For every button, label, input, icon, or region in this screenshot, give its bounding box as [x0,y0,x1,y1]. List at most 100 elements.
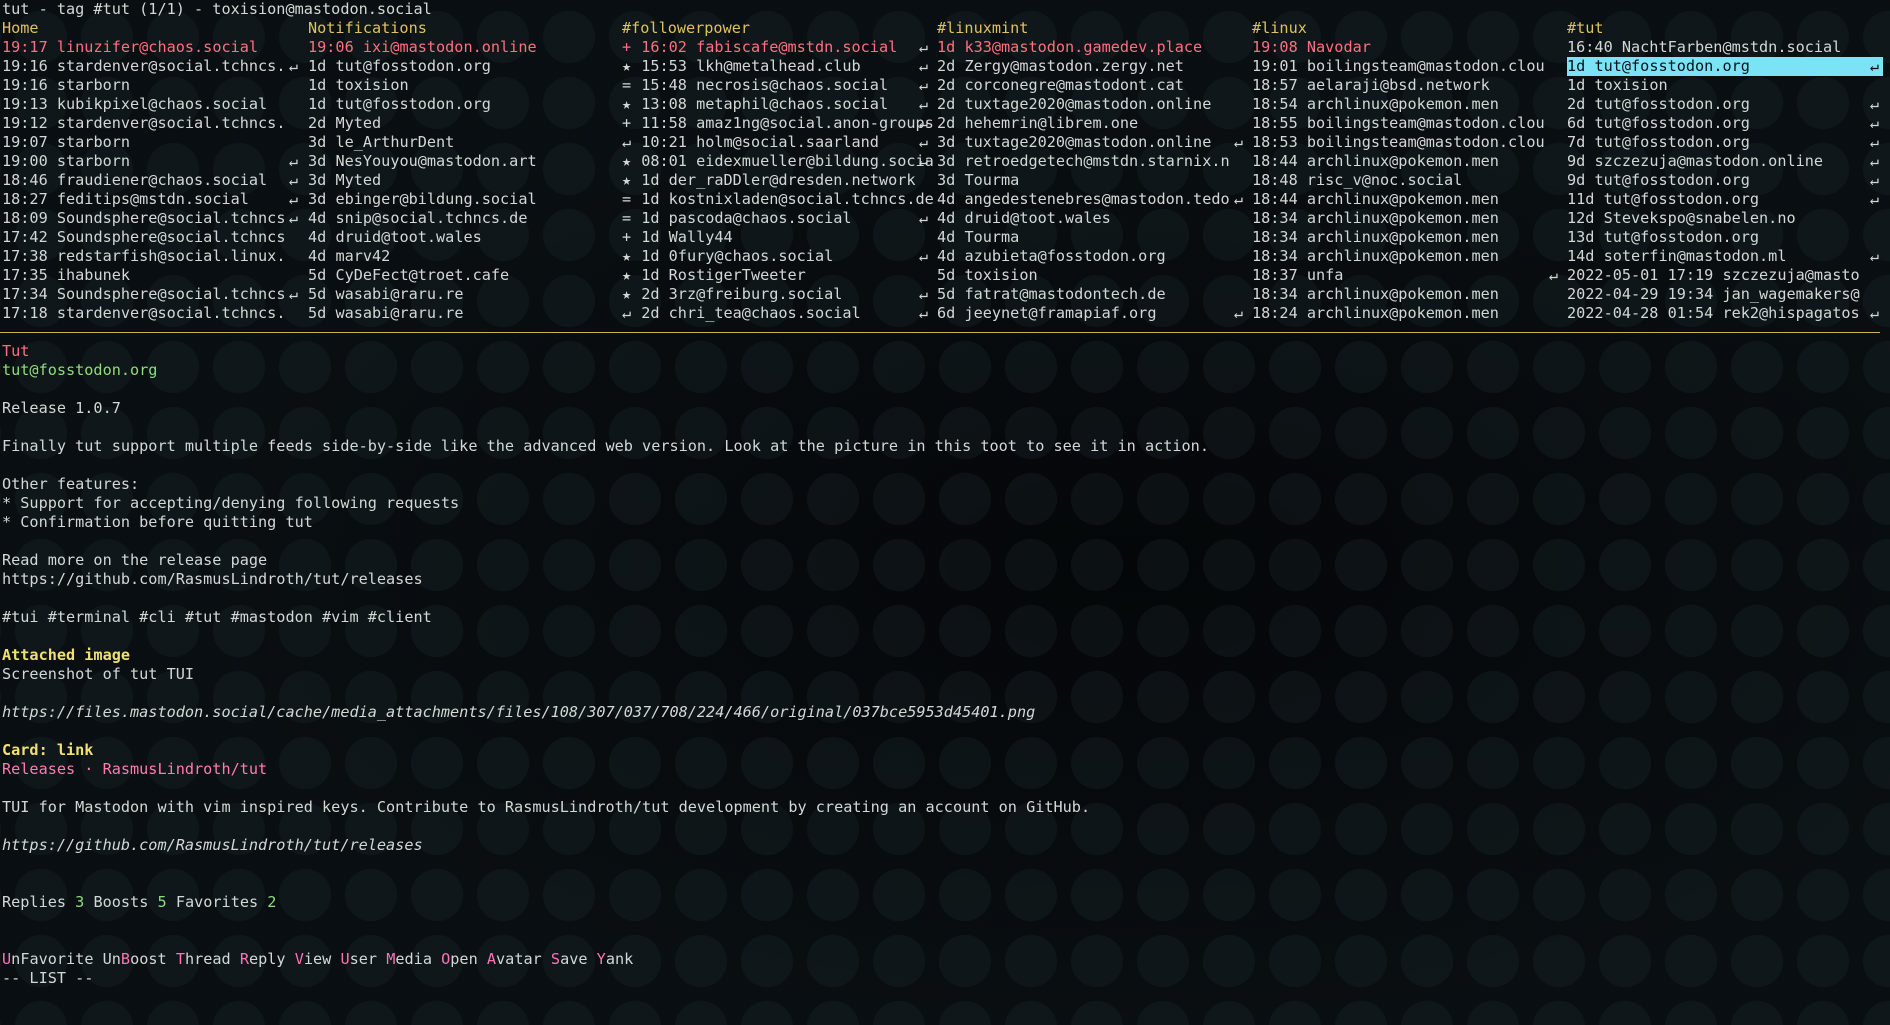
action-u-0[interactable]: UnFavorite [2,950,93,968]
action-s-9[interactable]: Save [551,950,588,968]
action-v-4[interactable]: View [295,950,332,968]
feed-item[interactable]: = 1d kostnixladen@social.tchncs.de [622,190,934,209]
feed-column-title[interactable]: #tut [1567,19,1883,38]
action-m-6[interactable]: Media [386,950,432,968]
feed-item[interactable]: 9d szczezuja@mastodon.online ↵ [1567,152,1883,171]
feed-column-5[interactable]: #linux 19:08 Navodar 19:01 boilingsteam@ma… [1252,19,1562,323]
feed-item[interactable]: ↵ 10:21 holm@social.saarland ↵ [622,133,932,152]
feed-item[interactable]: 1d toxision [308,76,618,95]
feed-item[interactable]: 3d Tourma [937,171,1247,190]
feed-item[interactable]: 2022-05-01 17:19 szczezuja@masto [1567,266,1883,285]
feed-item[interactable]: 1d tut@fosstodon.org ↵ [1567,57,1883,76]
feed-item[interactable]: ★ 08:01 eidexmueller@bildung.socia ↵ [622,152,934,171]
feed-column-title[interactable]: Notifications [308,19,618,38]
feed-item[interactable]: 5d fatrat@mastodontech.de [937,285,1247,304]
feed-item[interactable]: 18:54 archlinux@pokemon.men [1252,95,1562,114]
feed-item[interactable]: 2d tuxtage2020@mastodon.online [937,95,1247,114]
feed-item[interactable]: 19:08 Navodar [1252,38,1562,57]
attachment-url[interactable]: https://files.mastodon.social/cache/medi… [2,703,1035,722]
feed-item[interactable]: 3d NesYouyou@mastodon.art [308,152,618,171]
feed-item[interactable]: 18:44 archlinux@pokemon.men [1252,152,1562,171]
feed-item[interactable]: 18:53 boilingsteam@mastodon.clou [1252,133,1562,152]
action-r-3[interactable]: Reply [240,950,286,968]
feed-item[interactable]: 9d tut@fosstodon.org ↵ [1567,171,1883,190]
feed-item[interactable]: 18:57 aelaraji@bsd.network [1252,76,1562,95]
feed-item[interactable]: 19:01 boilingsteam@mastodon.clou [1252,57,1562,76]
feed-item[interactable]: 4d druid@toot.wales [308,228,618,247]
feed-item[interactable]: 19:17 linuzifer@chaos.social [2,38,302,57]
feed-item[interactable]: ★ 1d der_raDDler@dresden.network [622,171,932,190]
action-o-7[interactable]: Open [441,950,478,968]
action-t-2[interactable]: Thread [176,950,231,968]
feed-item[interactable]: = 15:48 necrosis@chaos.social ↵ [622,76,932,95]
feed-item[interactable]: 18:24 archlinux@pokemon.men [1252,304,1562,323]
toot-account[interactable]: tut@fosstodon.org [2,361,157,380]
feed-item[interactable]: + 16:02 fabiscafe@mstdn.social ↵ [622,38,932,57]
action-u-5[interactable]: User [340,950,377,968]
feed-item[interactable]: 1d tut@fosstodon.org [308,95,618,114]
feed-item[interactable]: = 1d pascoda@chaos.social ↵ [622,209,932,228]
feed-column-title[interactable]: Home [2,19,302,38]
feed-column-1[interactable]: Home 19:17 linuzifer@chaos.social 19:16 st… [2,19,302,323]
feed-item[interactable]: 18:46 fraudiener@chaos.social ↵ [2,171,302,190]
feed-item[interactable]: 18:55 boilingsteam@mastodon.clou [1252,114,1562,133]
feed-item[interactable]: 2d Zergy@mastodon.zergy.net [937,57,1247,76]
feed-item[interactable]: 4d angedestenebres@mastodon.tedo ↵ [937,190,1247,209]
toot-display-name[interactable]: Tut [2,342,29,361]
feed-item[interactable]: 3d ebinger@bildung.social [308,190,618,209]
feed-item[interactable]: 18:48 risc_v@noc.social [1252,171,1562,190]
feed-item[interactable]: 11d tut@fosstodon.org ↵ [1567,190,1883,209]
feed-item[interactable]: 12d Stevekspo@snabelen.no [1567,209,1883,228]
feed-item[interactable]: 19:13 kubikpixel@chaos.social [2,95,302,114]
feed-item[interactable]: 5d wasabi@raru.re [308,304,618,323]
feed-item[interactable]: 4d marv42 [308,247,618,266]
action-y-10[interactable]: Yank [597,950,634,968]
feed-item[interactable]: 7d tut@fosstodon.org ↵ [1567,133,1883,152]
feed-item[interactable]: 18:09 Soundsphere@social.tchncs ↵ [2,209,302,228]
feed-item[interactable]: 19:00 starborn ↵ [2,152,302,171]
feed-item[interactable]: 14d soterfin@mastodon.ml ↵ [1567,247,1883,266]
feed-item[interactable]: 4d azubieta@fosstodon.org [937,247,1247,266]
feed-item[interactable]: 18:27 feditips@mstdn.social ↵ [2,190,302,209]
feed-item[interactable]: 5d CyDeFect@troet.cafe [308,266,618,285]
feed-item[interactable]: 17:34 Soundsphere@social.tchncs ↵ [2,285,302,304]
feed-item[interactable]: ★ 2d 3rz@freiburg.social ↵ [622,285,932,304]
feed-item[interactable]: 3d Myted [308,171,618,190]
feed-item[interactable]: 4d druid@toot.wales [937,209,1247,228]
feed-item[interactable]: 19:06 ixi@mastodon.online [308,38,618,57]
feed-item[interactable]: 16:40 NachtFarben@mstdn.social [1567,38,1883,57]
feed-item[interactable]: + 1d Wally44 [622,228,932,247]
feed-item[interactable]: 18:34 archlinux@pokemon.men [1252,247,1562,266]
feed-item[interactable]: 17:38 redstarfish@social.linux. [2,247,302,266]
feed-item[interactable]: 2d hehemrin@librem.one [937,114,1247,133]
card-url[interactable]: https://github.com/RasmusLindroth/tut/re… [2,836,423,855]
feed-item[interactable]: 2d corconegre@mastodont.cat [937,76,1247,95]
feed-item[interactable]: 19:16 starborn [2,76,302,95]
feed-item[interactable]: 2d Myted [308,114,618,133]
feed-item[interactable]: 6d jeeynet@framapiaf.org ↵ [937,304,1247,323]
feed-column-3[interactable]: #followerpower + 16:02 fabiscafe@mstdn.so… [622,19,934,323]
feed-item[interactable]: 6d tut@fosstodon.org ↵ [1567,114,1883,133]
feed-column-title[interactable]: #linuxmint [937,19,1247,38]
feed-item[interactable]: 19:16 stardenver@social.tchncs. ↵ [2,57,302,76]
feed-column-6[interactable]: #tut 16:40 NachtFarben@mstdn.social 1d tut… [1567,19,1883,323]
feed-item[interactable]: 3d retroedgetech@mstdn.starnix.n [937,152,1247,171]
feed-item[interactable]: 18:44 archlinux@pokemon.men [1252,190,1562,209]
feed-item[interactable]: 2022-04-29 19:34 jan_wagemakers@ [1567,285,1883,304]
feed-item[interactable]: 1d tut@fosstodon.org [308,57,618,76]
feed-item[interactable]: 19:07 starborn [2,133,302,152]
feed-item[interactable]: 2022-04-28 01:54 rek2@hispagatos ↵ [1567,304,1883,323]
feed-item[interactable]: 1d toxision [1567,76,1883,95]
feed-item[interactable]: 5d toxision [937,266,1247,285]
feed-item[interactable]: 18:34 archlinux@pokemon.men [1252,209,1562,228]
feed-item[interactable]: 17:42 Soundsphere@social.tchncs [2,228,302,247]
feed-item[interactable]: 3d tuxtage2020@mastodon.online ↵ [937,133,1247,152]
feed-item[interactable]: + 11:58 amaz1ng@social.anon-groups ↵ [622,114,934,133]
feed-item[interactable]: ★ 13:08 metaphil@chaos.social ↵ [622,95,932,114]
feed-item[interactable]: ★ 15:53 lkh@metalhead.club ↵ [622,57,932,76]
feed-column-2[interactable]: Notifications 19:06 ixi@mastodon.online 1d… [308,19,618,323]
feed-item[interactable]: 19:12 stardenver@social.tchncs. [2,114,302,133]
feed-item[interactable]: ↵ 2d chri_tea@chaos.social ↵ [622,304,932,323]
feed-item[interactable]: 17:35 ihabunek [2,266,302,285]
feed-item[interactable]: 18:37 unfa ↵ [1252,266,1562,285]
